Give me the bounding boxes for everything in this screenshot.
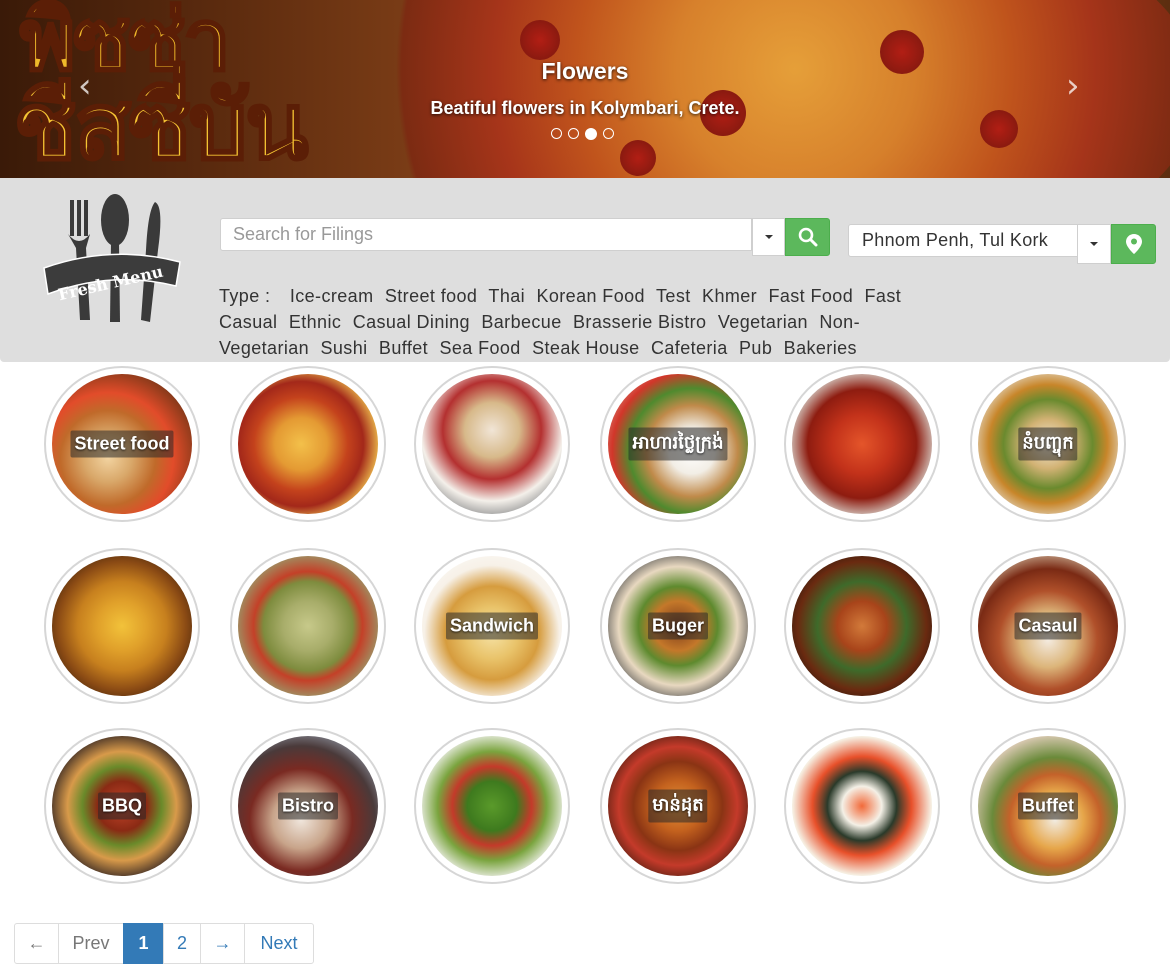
category-tile[interactable] [784, 548, 940, 704]
type-filter-list: Type : Ice-cream Street food Thai Korean… [219, 283, 949, 361]
map-marker-icon [1125, 234, 1142, 254]
type-filter-link[interactable]: Casual Dining [353, 312, 470, 332]
category-label: នំបញ្ចុក [1018, 427, 1078, 461]
type-filter-link[interactable]: Vegetarian [718, 312, 808, 332]
category-tile[interactable]: មាន់ដុត [600, 728, 756, 884]
type-filter-link[interactable]: Ice-cream [290, 286, 374, 306]
category-tile[interactable] [784, 366, 940, 522]
search-group [220, 218, 830, 256]
type-filter-link[interactable]: Cafeteria [651, 338, 728, 358]
type-filter-link[interactable]: Barbecue [481, 312, 561, 332]
type-filter-link[interactable]: Test [656, 286, 691, 306]
carousel-caption-text: Beatiful flowers in Kolymbari, Crete. [430, 98, 740, 118]
type-filter-link[interactable]: Thai [488, 286, 525, 306]
category-tile[interactable] [230, 548, 386, 704]
category-tile[interactable]: នំបញ្ចុក [970, 366, 1126, 522]
category-photo [238, 374, 378, 514]
type-filter-label: Type : [219, 286, 271, 306]
type-filter-link[interactable]: Sea Food [439, 338, 520, 358]
type-filter-link[interactable]: Buffet [379, 338, 428, 358]
category-photo [422, 736, 562, 876]
chevron-right-icon[interactable]: › [1066, 66, 1080, 106]
banner-headline: ชีสซี่บัน [12, 72, 309, 178]
pizza-banner-image [300, 0, 1170, 178]
location-field[interactable]: Phnom Penh, Tul Kork [848, 224, 1078, 257]
category-tile[interactable]: Bistro [230, 728, 386, 884]
carousel-indicator[interactable] [551, 128, 562, 139]
category-photo [792, 736, 932, 876]
category-label: Sandwich [445, 612, 539, 640]
type-filter-link[interactable]: Korean Food [536, 286, 644, 306]
type-filter-link[interactable]: Street food [385, 286, 477, 306]
category-photo [52, 556, 192, 696]
chevron-left-icon[interactable]: ‹ [78, 66, 92, 106]
category-tile[interactable] [784, 728, 940, 884]
category-tile[interactable]: អាហារថ្លៃក្រង់ [600, 366, 756, 522]
type-filter-link[interactable]: Ethnic [289, 312, 341, 332]
caret-down-icon [1090, 242, 1098, 246]
carousel-indicator[interactable] [585, 127, 597, 140]
category-tile[interactable]: Street food [44, 366, 200, 522]
category-tile[interactable] [414, 366, 570, 522]
page-2-button[interactable]: 2 [163, 923, 201, 964]
category-label: Street food [70, 430, 174, 458]
category-tile[interactable]: Buffet [970, 728, 1126, 884]
page-1-button[interactable]: 1 [123, 923, 164, 964]
last-page-button[interactable]: → [200, 923, 245, 964]
fresh-menu-logo[interactable]: Fresh Menu [40, 190, 185, 325]
carousel-indicator[interactable] [603, 128, 614, 139]
next-page-button[interactable]: Next [244, 923, 314, 964]
category-tile[interactable] [230, 366, 386, 522]
category-photo [792, 556, 932, 696]
type-filter-link[interactable]: Pub [739, 338, 772, 358]
type-filter-link[interactable]: Khmer [702, 286, 757, 306]
location-group: Phnom Penh, Tul Kork [848, 224, 1156, 264]
first-page-button[interactable]: ← [14, 923, 59, 964]
carousel-indicator[interactable] [568, 128, 579, 139]
category-tile[interactable]: Buger [600, 548, 756, 704]
category-tile[interactable] [414, 728, 570, 884]
search-filter-dropdown[interactable] [752, 218, 785, 256]
carousel-caption-title: Flowers [541, 58, 629, 84]
carousel-indicators [551, 127, 614, 140]
search-icon [798, 227, 817, 247]
category-photo [422, 374, 562, 514]
category-label: Buger [647, 612, 709, 640]
type-filter-link[interactable]: Sushi [320, 338, 367, 358]
category-tile[interactable] [44, 548, 200, 704]
locate-button[interactable] [1111, 224, 1156, 264]
hero-carousel[interactable]: พิซซ่า ชีสซี่บัน Flowers Beatiful flower… [0, 0, 1170, 178]
category-label: មាន់ដុត [648, 789, 708, 823]
type-filter-link[interactable]: Fast Food [768, 286, 853, 306]
category-label: Casaul [1014, 612, 1082, 640]
category-photo [238, 556, 378, 696]
search-header: Fresh Menu Phnom Penh, Tul Kork Type : I… [0, 178, 1170, 362]
search-button[interactable] [785, 218, 830, 256]
location-dropdown[interactable] [1077, 224, 1111, 264]
pagination: ← Prev 1 2 → Next [14, 923, 314, 964]
category-label: BBQ [98, 792, 146, 820]
type-filter-link[interactable]: Brasserie Bistro [573, 312, 706, 332]
type-filter-link[interactable]: Steak House [532, 338, 639, 358]
category-photo [792, 374, 932, 514]
category-grid: Street food អាហារថ្លៃក្រង់ នំបញ្ចុក Sandwic… [0, 365, 1170, 890]
category-label: Buffet [1018, 792, 1078, 820]
category-tile[interactable]: Sandwich [414, 548, 570, 704]
category-label: Bistro [277, 792, 339, 820]
pepperoni-decor [520, 20, 560, 60]
type-filter-link[interactable]: Bakeries [784, 338, 857, 358]
category-label: អាហារថ្លៃក្រង់ [628, 427, 728, 461]
prev-page-button[interactable]: Prev [58, 923, 124, 964]
search-input[interactable] [220, 218, 752, 251]
category-tile[interactable]: Casaul [970, 548, 1126, 704]
category-tile[interactable]: BBQ [44, 728, 200, 884]
caret-down-icon [764, 235, 773, 239]
pepperoni-decor [620, 140, 656, 176]
